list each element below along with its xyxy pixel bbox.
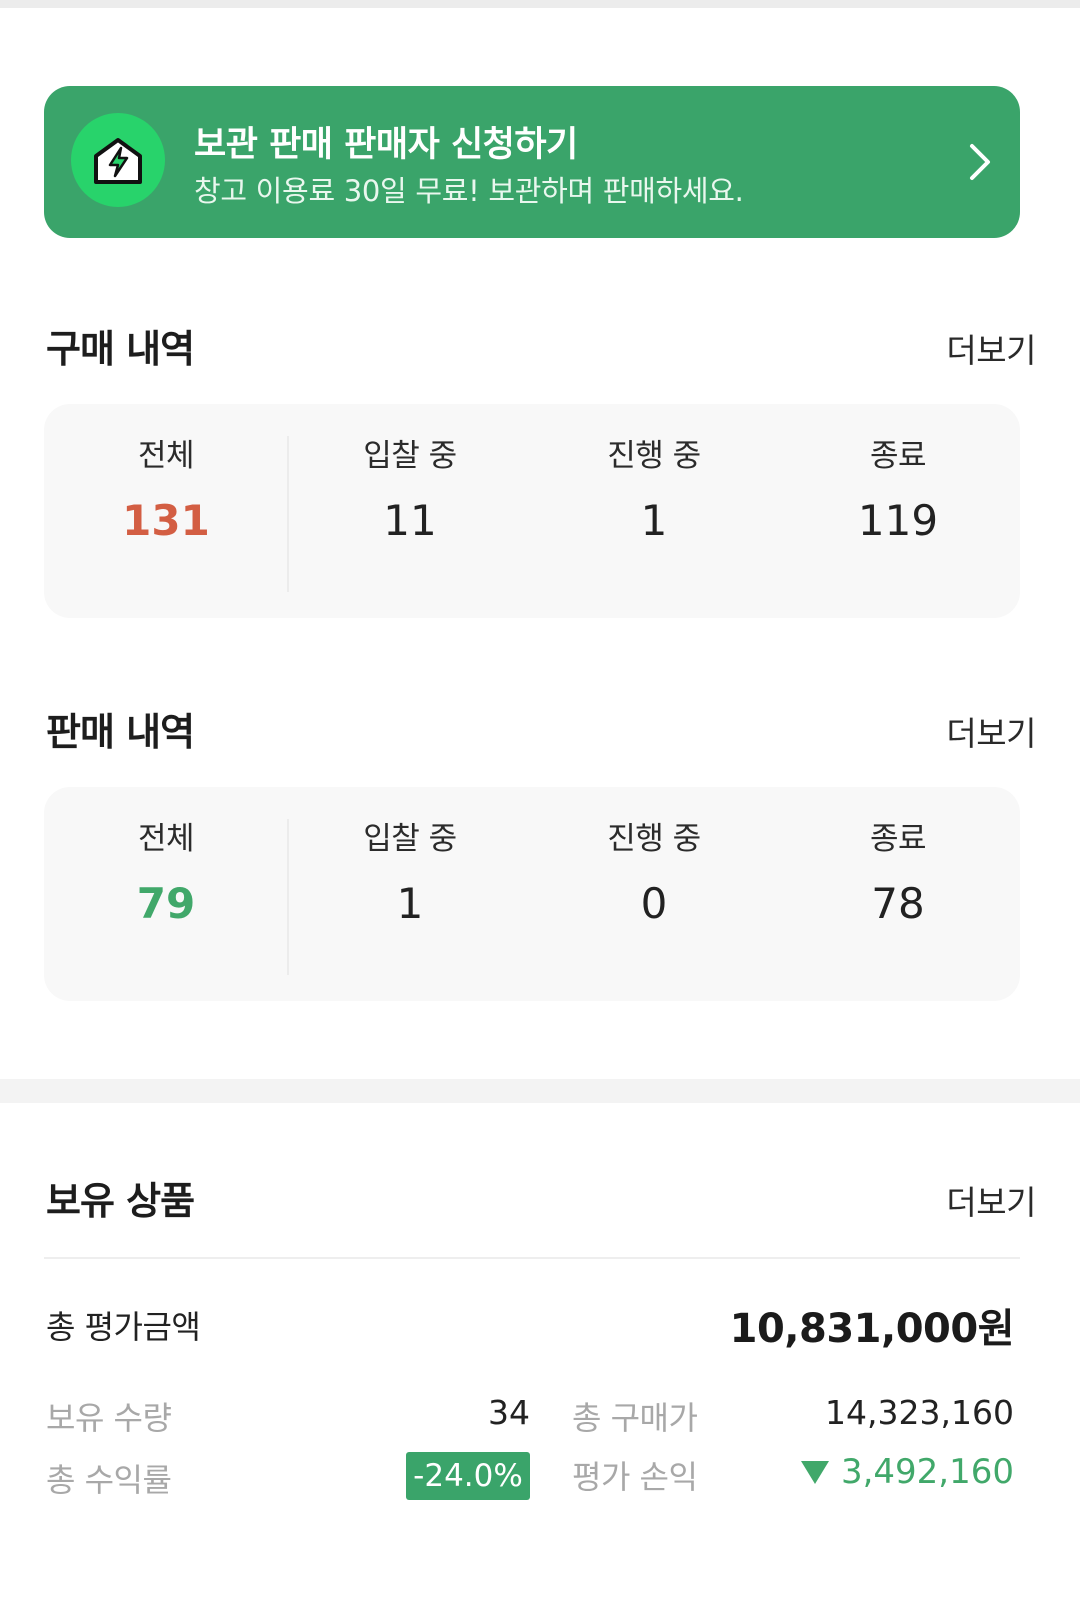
profit-loss-value: 3,492,160 — [799, 1452, 1014, 1492]
purchase-stat-ended[interactable]: 종료 119 — [776, 434, 1020, 548]
profit-loss-label: 평가 손익 — [572, 1458, 698, 1496]
stat-value: 78 — [871, 879, 925, 928]
stat-value: 1 — [640, 496, 668, 545]
holdings-more-link[interactable]: 더보기 — [946, 1176, 1036, 1224]
quantity-value: 34 — [488, 1393, 530, 1432]
stat-value: 1 — [396, 879, 424, 928]
banner-subtitle: 창고 이용료 30일 무료! 보관하며 판매하세요. — [194, 174, 744, 208]
purchase-total-label: 총 구매가 — [572, 1399, 698, 1437]
return-rate-label: 총 수익률 — [46, 1461, 172, 1499]
stat-label: 전체 — [137, 821, 195, 857]
stat-label: 전체 — [137, 438, 195, 474]
stat-label: 종료 — [869, 821, 927, 857]
purchase-stat-in-progress[interactable]: 진행 중 1 — [532, 434, 776, 548]
sales-stat-all[interactable]: 전체 79 — [44, 817, 288, 931]
stat-label: 진행 중 — [607, 438, 701, 474]
return-rate-badge: -24.0% — [406, 1452, 530, 1500]
holdings-divider — [44, 1257, 1020, 1259]
stat-label: 입찰 중 — [363, 821, 457, 857]
total-valuation-label: 총 평가금액 — [46, 1308, 201, 1346]
stat-label: 입찰 중 — [363, 438, 457, 474]
stat-label: 종료 — [869, 438, 927, 474]
stat-value: 11 — [383, 496, 437, 545]
chevron-right-icon — [970, 144, 990, 180]
top-divider — [0, 0, 1080, 8]
purchase-stat-bidding[interactable]: 입찰 중 11 — [288, 434, 532, 548]
sales-stat-ended[interactable]: 종료 78 — [776, 817, 1020, 931]
stat-value: 79 — [136, 879, 196, 928]
sales-stats-card: 전체 79 입찰 중 1 진행 중 0 종료 78 — [44, 787, 1020, 1001]
banner-title: 보관 판매 판매자 신청하기 — [194, 125, 578, 165]
triangle-down-icon — [800, 1461, 829, 1484]
purchase-history-title: 구매 내역 — [46, 327, 195, 371]
sales-stat-in-progress[interactable]: 진행 중 0 — [532, 817, 776, 931]
section-separator — [0, 1079, 1080, 1103]
purchase-more-link[interactable]: 더보기 — [946, 324, 1036, 372]
total-valuation-value: 10,831,000원 — [729, 1306, 1015, 1352]
sales-history-title: 판매 내역 — [46, 710, 195, 754]
quantity-label: 보유 수량 — [46, 1399, 172, 1437]
stat-label: 진행 중 — [607, 821, 701, 857]
purchase-total-value: 14,323,160 — [825, 1393, 1014, 1432]
sales-stat-bidding[interactable]: 입찰 중 1 — [288, 817, 532, 931]
purchase-stat-all[interactable]: 전체 131 — [44, 434, 288, 548]
purchase-stats-card: 전체 131 입찰 중 11 진행 중 1 종료 119 — [44, 404, 1020, 618]
warehouse-lightning-icon — [71, 113, 165, 207]
stat-value: 0 — [640, 879, 668, 928]
seller-application-banner[interactable]: 보관 판매 판매자 신청하기 창고 이용료 30일 무료! 보관하며 판매하세요… — [44, 86, 1020, 238]
profit-loss-amount: 3,492,160 — [840, 1452, 1014, 1492]
sales-more-link[interactable]: 더보기 — [946, 707, 1036, 755]
holdings-title: 보유 상품 — [46, 1179, 195, 1223]
stat-value: 119 — [857, 496, 939, 545]
stat-value: 131 — [122, 496, 210, 545]
